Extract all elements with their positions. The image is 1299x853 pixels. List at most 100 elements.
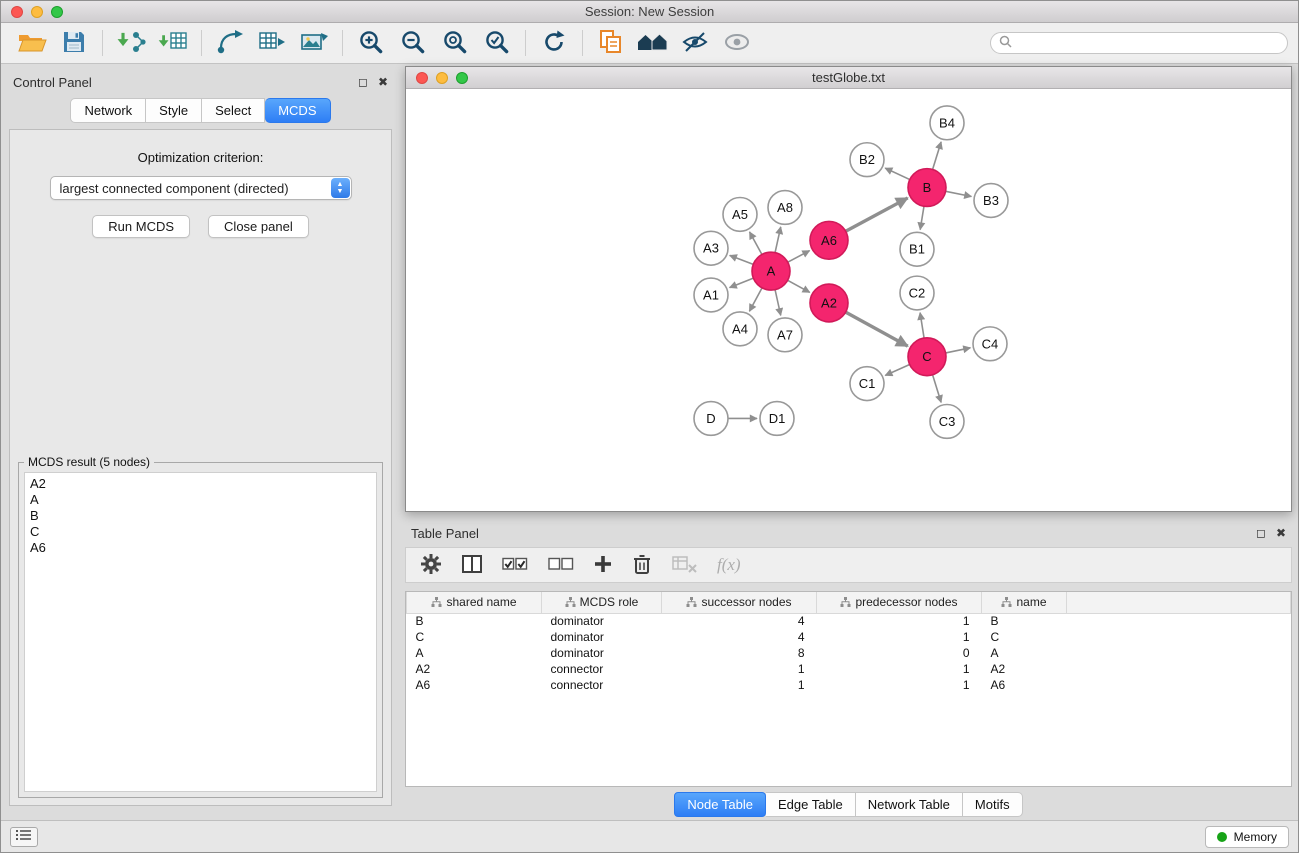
- column-header-shared-name[interactable]: shared name: [407, 592, 542, 613]
- deselect-all-columns-button[interactable]: [548, 550, 574, 580]
- tab-network[interactable]: Network: [70, 98, 146, 123]
- float-panel-icon[interactable]: ◻: [1256, 526, 1266, 540]
- mcds-result-list[interactable]: A2ABCA6: [24, 472, 377, 792]
- edge-C-C1[interactable]: [885, 364, 909, 375]
- tab-node-table[interactable]: Node Table: [674, 792, 766, 817]
- table-panel-actions: ◻ ✖: [1256, 526, 1286, 540]
- edge-A-A8[interactable]: [775, 227, 781, 253]
- mcds-result-item[interactable]: A2: [30, 476, 371, 492]
- edge-A-A4[interactable]: [749, 288, 762, 311]
- column-header-MCDS-role[interactable]: MCDS role: [542, 592, 662, 613]
- tab-select[interactable]: Select: [202, 98, 265, 123]
- close-panel-icon[interactable]: ✖: [1276, 526, 1286, 540]
- open-session-button[interactable]: [11, 26, 53, 60]
- home-panels-button[interactable]: [632, 26, 674, 60]
- edge-A6-B[interactable]: [846, 198, 908, 231]
- tab-motifs[interactable]: Motifs: [963, 792, 1023, 817]
- search-input[interactable]: [1017, 36, 1279, 50]
- optimization-criterion-select[interactable]: largest connected component (directed) ▲…: [50, 176, 352, 200]
- mcds-result-item[interactable]: A6: [30, 540, 371, 556]
- toolbar-separator: [201, 30, 202, 56]
- node-label-A1: A1: [703, 288, 719, 303]
- mcds-result-item[interactable]: C: [30, 524, 371, 540]
- delete-table-button-disabled[interactable]: [672, 550, 697, 580]
- table-panel: Table Panel ◻ ✖: [405, 522, 1292, 817]
- close-panel-icon[interactable]: ✖: [378, 75, 388, 89]
- zoom-window-button[interactable]: [51, 6, 63, 18]
- eye-button[interactable]: [716, 26, 758, 60]
- document-button[interactable]: [590, 26, 632, 60]
- tab-edge-table[interactable]: Edge Table: [766, 792, 856, 817]
- zoom-in-button[interactable]: [350, 26, 392, 60]
- column-header-name[interactable]: name: [982, 592, 1067, 613]
- add-column-button[interactable]: [594, 550, 612, 580]
- show-columns-button[interactable]: [462, 550, 482, 580]
- edge-B-B4[interactable]: [933, 142, 942, 170]
- edge-A-A6[interactable]: [788, 251, 810, 263]
- network-view-window: testGlobe.txt B4B2BB3A5A8A6A3B1AC2A1A2A4…: [405, 66, 1292, 512]
- main-area: Control Panel ◻ ✖ NetworkStyleSelectMCDS…: [1, 64, 1298, 820]
- table-row[interactable]: A6connector11A6: [407, 677, 1291, 693]
- edge-A-A1[interactable]: [730, 278, 754, 287]
- zoom-selected-button[interactable]: [476, 26, 518, 60]
- panel-divider[interactable]: [405, 512, 1292, 522]
- minimize-network-window-button[interactable]: [436, 72, 448, 84]
- mcds-result-item[interactable]: A: [30, 492, 371, 508]
- edge-C-C4[interactable]: [946, 348, 971, 353]
- select-all-columns-button[interactable]: [502, 550, 528, 580]
- node-label-B3: B3: [983, 193, 999, 208]
- close-window-button[interactable]: [11, 6, 23, 18]
- edge-A2-C[interactable]: [846, 312, 908, 346]
- import-table-icon: [158, 29, 188, 58]
- edge-A-A3[interactable]: [730, 255, 754, 264]
- table-settings-button[interactable]: [420, 550, 442, 580]
- tab-style[interactable]: Style: [146, 98, 202, 123]
- edge-A-A7[interactable]: [775, 290, 781, 316]
- column-header-predecessor-nodes[interactable]: predecessor nodes: [817, 592, 982, 613]
- export-table-button[interactable]: [251, 26, 293, 60]
- node-label-C: C: [922, 349, 931, 364]
- table-row[interactable]: Bdominator41B: [407, 613, 1291, 629]
- mcds-result-item[interactable]: B: [30, 508, 371, 524]
- mcds-result-group: MCDS result (5 nodes) A2ABCA6: [18, 462, 383, 798]
- run-mcds-button[interactable]: Run MCDS: [92, 215, 190, 238]
- table-row[interactable]: Adominator80A: [407, 645, 1291, 661]
- refresh-button[interactable]: [533, 26, 575, 60]
- export-network-button[interactable]: [209, 26, 251, 60]
- float-panel-icon[interactable]: ◻: [358, 75, 368, 89]
- task-history-button[interactable]: [10, 827, 38, 847]
- edge-C-C3[interactable]: [933, 375, 942, 403]
- close-panel-button[interactable]: Close panel: [208, 215, 309, 238]
- column-header-successor-nodes[interactable]: successor nodes: [662, 592, 817, 613]
- tab-mcds[interactable]: MCDS: [265, 98, 330, 123]
- close-network-window-button[interactable]: [416, 72, 428, 84]
- node-label-C4: C4: [982, 336, 999, 351]
- edge-C-C2[interactable]: [920, 313, 924, 338]
- import-table-button[interactable]: [152, 26, 194, 60]
- table-row[interactable]: A2connector11A2: [407, 661, 1291, 677]
- tab-network-table[interactable]: Network Table: [856, 792, 963, 817]
- edge-B-B1[interactable]: [920, 206, 924, 229]
- zoom-out-button[interactable]: [392, 26, 434, 60]
- show-details-button[interactable]: [674, 26, 716, 60]
- function-builder-button-disabled[interactable]: f(x): [717, 550, 741, 580]
- node-label-A8: A8: [777, 200, 793, 215]
- table-row[interactable]: Cdominator41C: [407, 629, 1291, 645]
- import-network-button[interactable]: [110, 26, 152, 60]
- save-session-button[interactable]: [53, 26, 95, 60]
- node-table[interactable]: shared nameMCDS rolesuccessor nodesprede…: [405, 591, 1292, 787]
- node-label-C3: C3: [939, 414, 956, 429]
- minimize-window-button[interactable]: [31, 6, 43, 18]
- node-label-B4: B4: [939, 115, 955, 130]
- export-image-button[interactable]: [293, 26, 335, 60]
- zoom-fit-button[interactable]: [434, 26, 476, 60]
- edge-B-B2[interactable]: [885, 168, 910, 179]
- network-canvas-svg[interactable]: B4B2BB3A5A8A6A3B1AC2A1A2A4A7C4CC1DD1C3: [406, 89, 1291, 511]
- edge-B-B3[interactable]: [946, 191, 972, 196]
- delete-column-button[interactable]: [632, 550, 652, 580]
- memory-button[interactable]: Memory: [1205, 826, 1289, 848]
- zoom-network-window-button[interactable]: [456, 72, 468, 84]
- edge-A-A5[interactable]: [750, 232, 762, 255]
- network-canvas[interactable]: B4B2BB3A5A8A6A3B1AC2A1A2A4A7C4CC1DD1C3: [406, 89, 1291, 511]
- edge-A-A2[interactable]: [788, 280, 810, 292]
